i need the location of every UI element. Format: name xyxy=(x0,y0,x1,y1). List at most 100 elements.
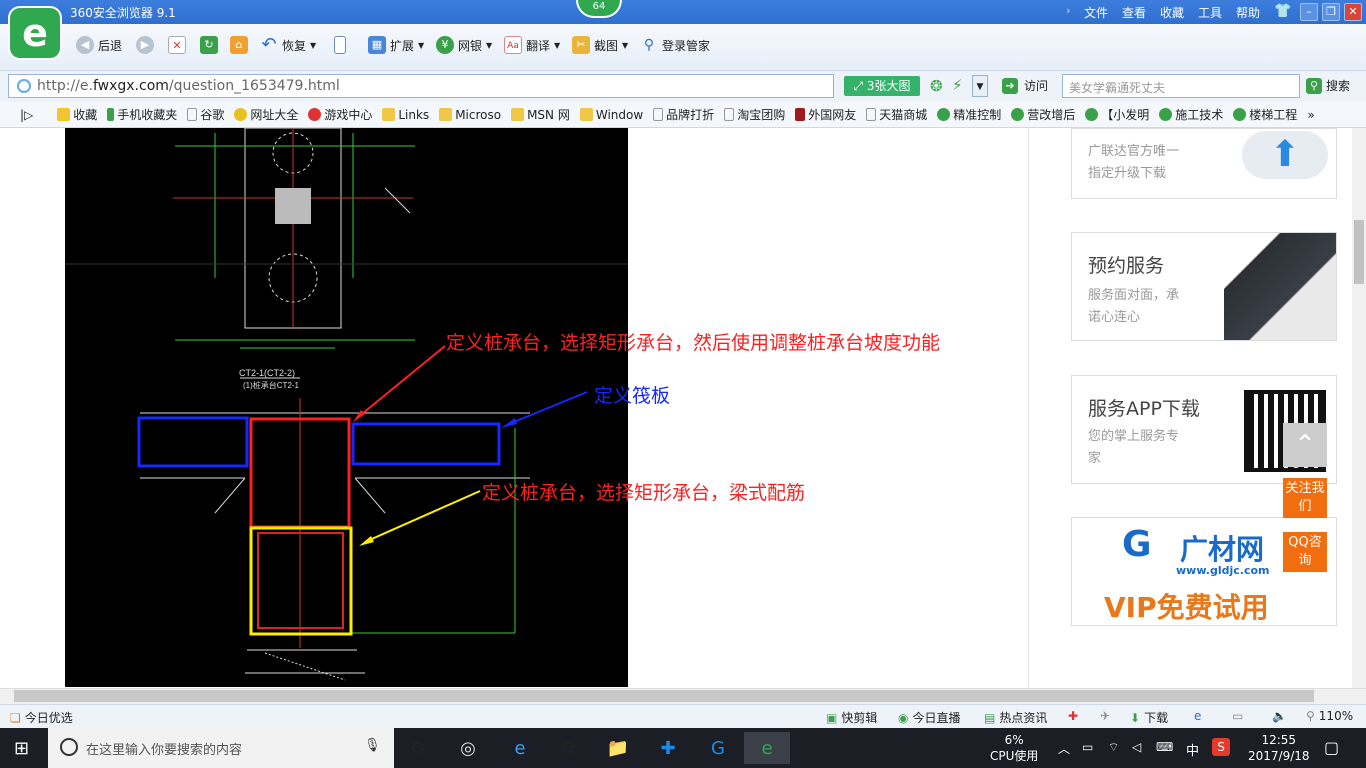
home-button[interactable]: ⌂ xyxy=(230,36,248,54)
bookmark-item[interactable]: 外国网友 xyxy=(795,106,856,123)
mobile-button[interactable] xyxy=(334,36,346,54)
gift-icon: ❏ xyxy=(10,710,21,725)
bookmark-item[interactable]: Window xyxy=(579,107,644,122)
search-input[interactable]: 美女学霸通死丈夫 xyxy=(1062,74,1300,98)
menu-tools[interactable]: 工具 xyxy=(1198,4,1222,21)
window-icon[interactable]: ▭ xyxy=(1232,709,1243,723)
bookmark-item[interactable]: 网址大全 xyxy=(234,106,298,123)
hot-news-button[interactable]: ▤ 热点资讯 xyxy=(984,709,1047,726)
bookmark-item[interactable]: 天猫商城 xyxy=(866,106,927,123)
bookmark-item[interactable]: 谷歌 xyxy=(187,106,224,123)
app-plus-icon[interactable]: ✚ xyxy=(650,732,686,764)
health-icon[interactable]: ✚ xyxy=(1068,709,1078,723)
lightning-icon[interactable]: ⚡ xyxy=(952,76,963,94)
edge-icon[interactable]: e xyxy=(502,732,538,764)
bookmark-item[interactable]: Microso xyxy=(439,108,501,122)
volume-icon[interactable]: 🔈 xyxy=(1272,709,1287,723)
bookmark-item[interactable]: 游戏中心 xyxy=(308,106,372,123)
tray-chevron-icon[interactable]: ︿ xyxy=(1058,740,1070,757)
address-dropdown-icon[interactable]: ▼ xyxy=(972,75,988,97)
vertical-scrollbar[interactable] xyxy=(1352,128,1366,688)
compat-mode-icon[interactable]: ❂ xyxy=(930,77,943,95)
bookmark-label: 【小发明 xyxy=(1101,108,1150,122)
keyboard-icon[interactable]: ⌨ xyxy=(1156,740,1173,754)
minimize-button[interactable]: – xyxy=(1300,3,1318,21)
appointment-line1: 服务面对面，承 xyxy=(1088,288,1180,303)
bookmark-item[interactable]: 淘宝团购 xyxy=(724,106,785,123)
forward-button[interactable]: ▶ xyxy=(136,36,154,54)
bookmark-item[interactable]: MSN 网 xyxy=(511,106,570,123)
sidebar-toggle-icon[interactable]: |▷ xyxy=(20,108,33,122)
translate-icon: Aa xyxy=(504,36,522,54)
screenshot-button[interactable]: ✂ 截图 ▼ xyxy=(572,36,628,54)
menu-file[interactable]: 文件 xyxy=(1084,4,1108,21)
qq-consult-button[interactable]: QQ咨询 xyxy=(1283,532,1327,572)
go-button[interactable]: ➜ 访问 xyxy=(1002,77,1048,94)
maximize-button[interactable]: ❐ xyxy=(1322,3,1340,21)
ime-indicator[interactable]: 中 xyxy=(1186,740,1199,759)
search-button[interactable]: ⚲ 搜索 xyxy=(1306,77,1350,94)
zoom-control[interactable]: ⚲ 110% xyxy=(1306,709,1353,723)
address-bar[interactable]: http://e. fwxgx.com/question_1653479.html xyxy=(8,74,834,98)
translate-button[interactable]: Aa 翻译 ▼ xyxy=(504,36,560,54)
bookmark-item[interactable]: 精准控制 xyxy=(937,106,1001,123)
taskbar-search-input[interactable]: 在这里输入你要搜索的内容 🎙 xyxy=(48,728,394,768)
magnifier-icon: ⚲ xyxy=(643,37,655,53)
refresh-button[interactable]: ↻ xyxy=(200,36,218,54)
menu-help[interactable]: 帮助 xyxy=(1236,4,1260,21)
back-to-top-button[interactable]: ⌃ xyxy=(1283,423,1327,467)
clock[interactable]: 12:55 2017/9/18 xyxy=(1248,732,1310,764)
bookmark-item[interactable]: 【小发明 xyxy=(1085,106,1149,123)
bookmark-item[interactable]: 手机收藏夹 xyxy=(107,106,177,123)
bookmark-item[interactable]: 收藏 xyxy=(57,106,97,123)
upgrade-card[interactable]: 广联达官方唯一 指定升级下载 ⬆ xyxy=(1071,128,1337,199)
netbank-button[interactable]: ¥ 网银 ▼ xyxy=(436,36,492,54)
browser-360-taskbar-icon[interactable]: e xyxy=(744,732,790,764)
back-button[interactable]: ◀ 后退 xyxy=(76,36,122,54)
follow-us-button[interactable]: 关注我们 xyxy=(1283,478,1327,518)
bookmark-item[interactable]: 营改增后 xyxy=(1011,106,1075,123)
live-button[interactable]: ◉ 今日直播 xyxy=(898,709,961,726)
pin-icon[interactable]: ✈ xyxy=(1100,709,1110,723)
menu-view[interactable]: 查看 xyxy=(1122,4,1146,21)
store-icon[interactable]: 🛍 xyxy=(552,732,588,764)
restore-button[interactable]: ↶ 恢复 ▼ xyxy=(260,36,316,54)
extend-button[interactable]: ▦ 扩展 ▼ xyxy=(368,36,424,54)
big-images-button[interactable]: ⤢ 3张大图 xyxy=(844,76,920,96)
menu-favorites[interactable]: 收藏 xyxy=(1160,4,1184,21)
download-button[interactable]: ⬇ 下载 xyxy=(1130,709,1168,726)
login-manager-button[interactable]: ⚲ 登录管家 xyxy=(640,36,710,54)
bookmark-item[interactable]: 品牌打折 xyxy=(653,106,714,123)
shield-icon: ¥ xyxy=(436,36,454,54)
stop-button[interactable]: ✕ xyxy=(168,36,186,54)
skin-icon[interactable]: 👕 xyxy=(1274,3,1292,21)
sogou-ime-icon[interactable]: S xyxy=(1212,738,1230,756)
speaker-icon[interactable]: ◁ xyxy=(1132,740,1141,754)
windows-start-icon[interactable]: ⊞ xyxy=(14,738,29,759)
app-360-icon[interactable]: ◎ xyxy=(450,732,486,764)
ie-icon[interactable]: e xyxy=(1194,709,1201,723)
browser-logo-icon[interactable]: e xyxy=(10,8,60,58)
bookmark-label: Window xyxy=(595,107,644,122)
battery-icon[interactable]: ▭ xyxy=(1082,740,1093,754)
notification-center-icon[interactable]: ▢ xyxy=(1324,738,1339,757)
more-bookmarks-icon[interactable]: » xyxy=(1307,108,1314,122)
bookmark-item[interactable]: 施工技术 xyxy=(1159,106,1223,123)
file-explorer-icon[interactable]: 📁 xyxy=(600,732,636,764)
bookmark-item[interactable]: 楼梯工程 xyxy=(1233,106,1297,123)
today-picks-button[interactable]: ❏ 今日优选 xyxy=(10,709,73,726)
bookmark-item[interactable]: Links xyxy=(382,108,429,122)
appointment-card[interactable]: 预约服务 服务面对面，承 诺心连心 xyxy=(1071,232,1337,341)
close-button[interactable]: ✕ xyxy=(1344,3,1362,21)
task-view-icon[interactable]: ⚙ xyxy=(400,732,436,764)
bookmark-label: 外国网友 xyxy=(808,108,857,122)
vertical-scroll-thumb[interactable] xyxy=(1354,220,1364,284)
clock-time: 12:55 xyxy=(1261,733,1297,747)
bookmark-label: 手机收藏夹 xyxy=(117,108,178,122)
raft-box-right xyxy=(351,422,501,466)
chevron-right-icon[interactable]: › xyxy=(1066,4,1070,17)
horizontal-scroll-thumb[interactable] xyxy=(14,690,1314,702)
wifi-icon[interactable]: ⌔ xyxy=(1108,740,1119,755)
quick-clip-button[interactable]: ▣ 快剪辑 xyxy=(826,709,877,726)
glodon-icon[interactable]: G xyxy=(700,732,736,764)
